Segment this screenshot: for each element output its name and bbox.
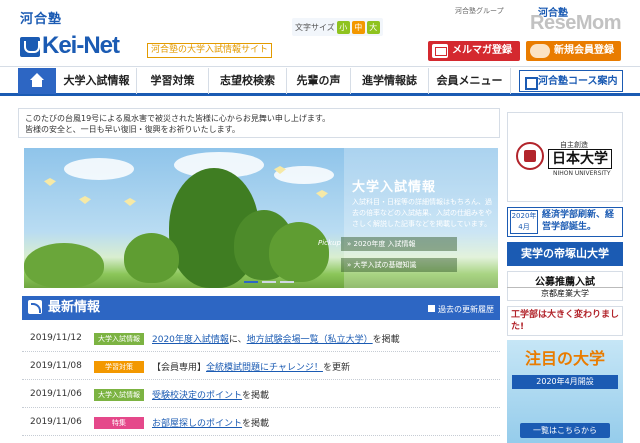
carousel-dot[interactable] bbox=[280, 281, 294, 283]
news-link[interactable]: 地方試験会場一覧（私立大学） bbox=[247, 335, 373, 345]
hero-pickup-label: Pickup bbox=[318, 239, 341, 247]
news-text: 受験校決定のポイントを掲載 bbox=[152, 388, 269, 401]
people-icon bbox=[530, 44, 550, 58]
nihon-english-name: NIHON UNIVERSITY bbox=[553, 170, 611, 177]
news-link[interactable]: 2020年度入試情報 bbox=[152, 335, 229, 345]
news-text: 【会員専用】全統模試問題にチャレンジ！を更新 bbox=[152, 360, 350, 373]
kei-net-logo[interactable]: Kei-Net bbox=[42, 32, 120, 60]
news-tag: 特集 bbox=[94, 417, 144, 429]
news-link[interactable]: 全統模試問題にチャレンジ！ bbox=[206, 363, 323, 373]
mail-icon bbox=[432, 44, 448, 58]
news-link[interactable]: 受験校決定のポイント bbox=[152, 391, 242, 401]
news-tail-text: を掲載 bbox=[242, 391, 270, 401]
hero-title: 大学入試情報 bbox=[352, 180, 437, 195]
nihon-name: 日本大学 bbox=[548, 149, 612, 169]
member-label: 新規会員登録 bbox=[554, 45, 614, 56]
past-updates-link[interactable]: 過去の更新履歴 bbox=[428, 304, 494, 315]
kawai-logo-text[interactable]: 河合塾 bbox=[20, 8, 62, 27]
nav-school-search[interactable]: 志望校検索 bbox=[209, 68, 287, 94]
engineering-text: 工学部は大きく変わりました! bbox=[511, 310, 620, 332]
rss-icon[interactable] bbox=[28, 300, 42, 314]
course-guide-link[interactable]: 河合塾コース案内 bbox=[519, 70, 623, 92]
kyoto-line-2: 京都産業大学 bbox=[507, 287, 623, 299]
news-tail-text: を更新 bbox=[322, 363, 350, 373]
news-row: 2019/11/06 大学入試情報 受験校決定のポイントを掲載 bbox=[22, 382, 500, 408]
font-size-small-button[interactable]: 小 bbox=[336, 20, 350, 34]
news-tail-text: を掲載 bbox=[242, 419, 270, 429]
news-mid-text: に、 bbox=[228, 335, 247, 345]
news-text: お部屋探しのポイントを掲載 bbox=[152, 416, 269, 429]
news-prefix: 【会員専用】 bbox=[152, 363, 207, 373]
member-signup-button[interactable]: 新規会員登録 bbox=[526, 41, 621, 61]
watermark-logo: ReseMom bbox=[530, 12, 621, 34]
news-text: 2020年度入試情報に、地方試験会場一覧（私立大学）を掲載 bbox=[152, 332, 400, 345]
keizai-date: 2020年 4月 bbox=[510, 210, 538, 234]
site-tagline: 河合塾の大学入試情報サイト bbox=[147, 43, 273, 58]
latest-news-title: 最新情報 bbox=[48, 300, 101, 315]
mailmag-label: メルマガ登録 bbox=[452, 45, 512, 56]
keizai-text: 経済学部刷新、経営学部誕生。 bbox=[542, 210, 615, 232]
mailmag-signup-button[interactable]: メルマガ登録 bbox=[428, 41, 520, 61]
font-size-switcher: 文字サイズ 小 中 大 bbox=[292, 18, 383, 36]
ad-tezukayama[interactable]: 実学の帝塚山大学 bbox=[507, 242, 623, 266]
news-link[interactable]: お部屋探しのポイント bbox=[152, 419, 242, 429]
notice-line-2: 皆様の安全と、一日も早い復旧・復興をお祈りいたします。 bbox=[25, 125, 240, 134]
news-tail-text: を掲載 bbox=[372, 335, 400, 345]
nav-magazines[interactable]: 進学情報誌 bbox=[351, 68, 429, 94]
nav-study[interactable]: 学習対策 bbox=[137, 68, 209, 94]
nav-senior-voices[interactable]: 先輩の声 bbox=[287, 68, 351, 94]
group-label: 河合塾グループ bbox=[455, 7, 504, 15]
nav-admissions-info[interactable]: 大学入試情報 bbox=[57, 68, 137, 94]
news-tag: 大学入試情報 bbox=[94, 333, 144, 345]
news-date: 2019/11/08 bbox=[30, 361, 82, 371]
featured-list-button[interactable]: 一覧はこちらから bbox=[520, 423, 610, 438]
notice-line-1: このたびの台風19号による風水害で被災された皆様に心からお見舞い申し上げます。 bbox=[25, 114, 331, 123]
news-date: 2019/11/06 bbox=[30, 389, 82, 399]
nihon-emblem-icon bbox=[516, 142, 544, 170]
news-date: 2019/11/06 bbox=[30, 417, 82, 427]
news-tag: 学習対策 bbox=[94, 361, 144, 373]
featured-band: 2020年4月開設 bbox=[512, 375, 618, 389]
font-size-medium-button[interactable]: 中 bbox=[351, 20, 365, 34]
kei-net-logo-icon[interactable] bbox=[20, 37, 40, 57]
carousel-dot[interactable] bbox=[244, 281, 258, 283]
hero-link-basics[interactable]: » 大学入試の基礎知識 bbox=[341, 258, 457, 272]
news-row: 2019/11/06 特集 お部屋探しのポイントを掲載 bbox=[22, 410, 500, 436]
hero-description: 入試科目・日程等の詳細情報はもちろん、過去の倍率などの入試結果、入試の仕組みをや… bbox=[352, 198, 492, 228]
disaster-notice: このたびの台風19号による風水害で被災された皆様に心からお見舞い申し上げます。 … bbox=[18, 108, 500, 138]
news-date: 2019/11/12 bbox=[30, 333, 82, 343]
font-size-large-button[interactable]: 大 bbox=[366, 20, 380, 34]
featured-title: 注目の大学 bbox=[524, 349, 605, 368]
home-icon[interactable] bbox=[18, 68, 56, 94]
carousel-dot[interactable] bbox=[262, 281, 276, 283]
font-size-label: 文字サイズ bbox=[295, 22, 335, 32]
news-row: 2019/11/08 学習対策 【会員専用】全統模試問題にチャレンジ！を更新 bbox=[22, 354, 500, 380]
hero-link-2020-info[interactable]: » 2020年度 入試情報 bbox=[341, 237, 457, 251]
news-row: 2019/11/12 大学入試情報 2020年度入試情報に、地方試験会場一覧（私… bbox=[22, 326, 500, 352]
kyoto-line-1: 公募推薦入試 bbox=[535, 277, 595, 288]
news-tag: 大学入試情報 bbox=[94, 389, 144, 401]
nav-member-menu[interactable]: 会員メニュー bbox=[429, 68, 511, 94]
